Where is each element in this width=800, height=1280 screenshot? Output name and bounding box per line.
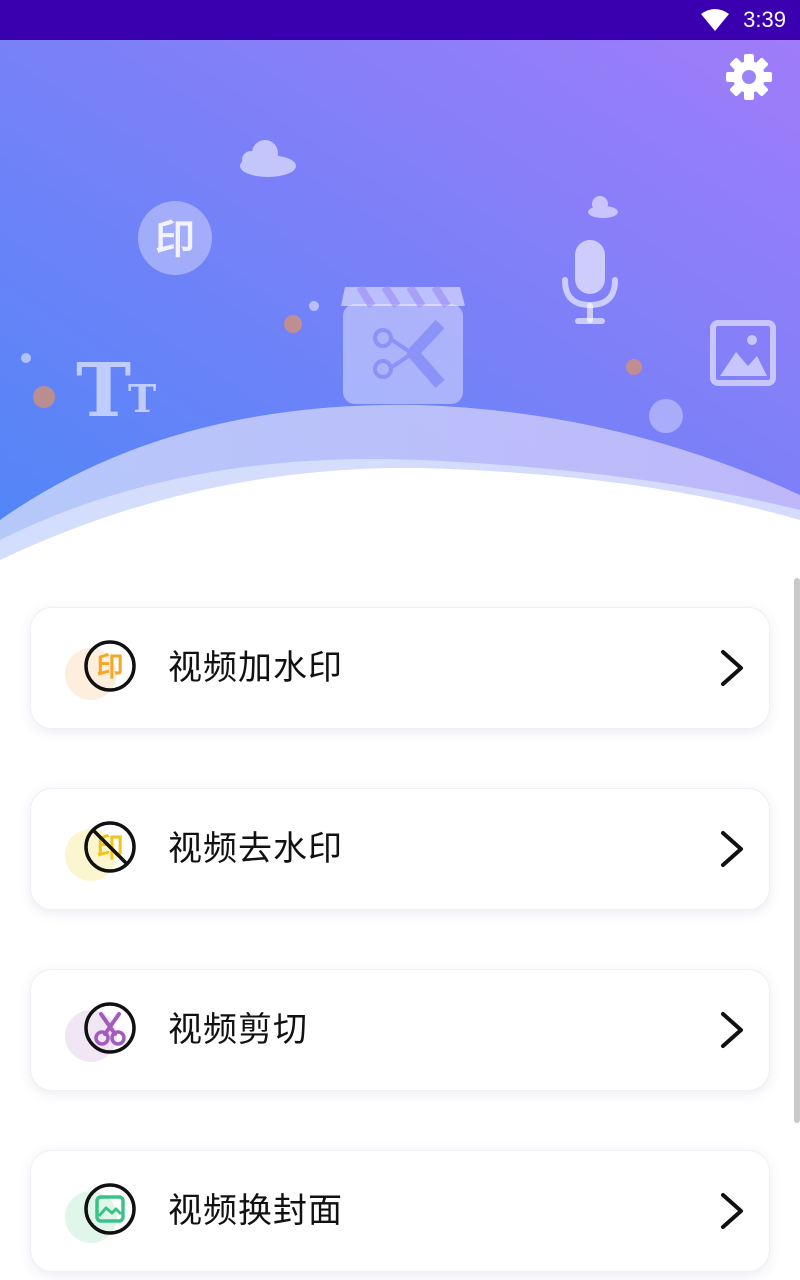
settings-button[interactable]: [724, 52, 774, 102]
menu-item-label: 视频剪切: [168, 1010, 308, 1050]
status-bar: 3:39: [0, 0, 800, 40]
chevron-right-icon: [721, 1193, 743, 1229]
menu-item-change-cover[interactable]: 视频换封面: [30, 1150, 770, 1272]
menu-item-cut-video[interactable]: 视频剪切: [30, 969, 770, 1091]
feature-menu: 印 视频加水印 印 视频去水印 视频剪切: [0, 0, 800, 1280]
menu-item-add-watermark[interactable]: 印 视频加水印: [30, 607, 770, 729]
menu-item-label: 视频去水印: [168, 829, 343, 869]
menu-item-remove-watermark[interactable]: 印 视频去水印: [30, 788, 770, 910]
menu-item-label: 视频加水印: [168, 648, 343, 688]
watermark-remove-icon: 印: [84, 821, 136, 873]
status-time: 3:39: [743, 7, 786, 32]
watermark-add-icon: 印: [84, 640, 136, 692]
scrollbar[interactable]: [794, 578, 800, 1123]
gear-icon: [726, 54, 772, 100]
scissors-icon: [84, 1002, 136, 1054]
svg-text:印: 印: [97, 652, 124, 683]
chevron-right-icon: [721, 650, 743, 686]
wifi-icon: [701, 9, 729, 31]
image-cover-icon: [84, 1183, 136, 1235]
menu-item-label: 视频换封面: [168, 1191, 343, 1231]
chevron-right-icon: [721, 831, 743, 867]
chevron-right-icon: [721, 1012, 743, 1048]
